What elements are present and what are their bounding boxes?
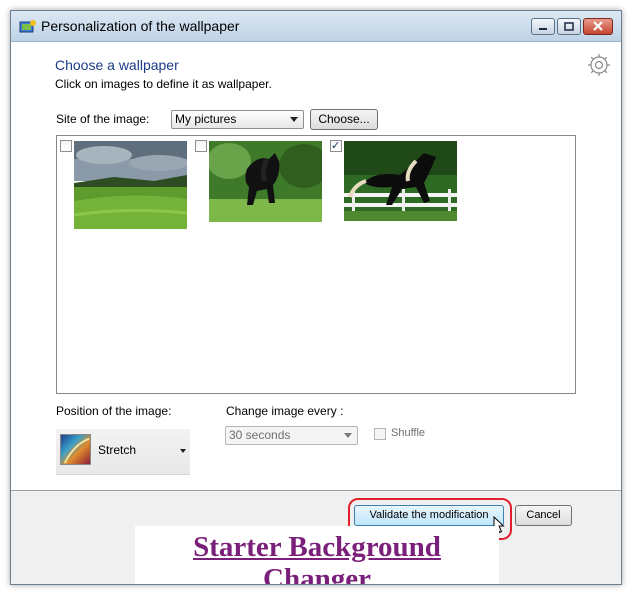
gear-icon[interactable] xyxy=(586,52,612,78)
image-source-value: My pictures xyxy=(175,112,237,126)
chevron-down-icon xyxy=(180,449,186,453)
image-source-dropdown[interactable]: My pictures xyxy=(171,110,304,129)
banner-line-1: Starter Background xyxy=(193,531,441,563)
chevron-down-icon xyxy=(290,117,298,122)
image-gallery: ✓ xyxy=(56,135,576,394)
position-label: Position of the image: xyxy=(56,404,172,418)
interval-dropdown[interactable]: 30 seconds xyxy=(225,426,358,445)
minimize-icon xyxy=(539,28,547,30)
chevron-down-icon xyxy=(344,433,352,438)
thumbnail-checkbox[interactable]: ✓ xyxy=(330,140,342,152)
image-source-label: Site of the image: xyxy=(56,112,150,126)
shuffle-checkbox[interactable] xyxy=(374,428,386,440)
position-value: Stretch xyxy=(98,443,137,457)
thumbnail-checkbox[interactable] xyxy=(195,140,207,152)
green-meadow-thumbnail[interactable] xyxy=(74,141,187,229)
black-horse-grass-thumbnail[interactable] xyxy=(209,141,322,222)
page-heading: Choose a wallpaper xyxy=(55,57,179,73)
close-icon xyxy=(593,21,603,31)
shuffle-label: Shuffle xyxy=(391,427,426,439)
app-icon xyxy=(19,20,36,33)
interval-label: Change image every : xyxy=(226,404,344,418)
thumbnail-checkbox[interactable] xyxy=(60,140,72,152)
choose-button[interactable]: Choose... xyxy=(310,109,378,130)
window-title: Personalization of the wallpaper xyxy=(41,18,240,34)
close-button[interactable] xyxy=(583,18,613,35)
footer-divider xyxy=(11,490,621,491)
minimize-button[interactable] xyxy=(531,18,555,35)
position-dropdown[interactable]: Stretch xyxy=(56,429,190,475)
dialog-content: Choose a wallpaper Click on images to de… xyxy=(11,42,621,490)
check-icon: ✓ xyxy=(331,140,341,152)
banner-line-2: Changer xyxy=(263,563,371,585)
cancel-button[interactable]: Cancel xyxy=(515,505,572,526)
page-instructions: Click on images to define it as wallpape… xyxy=(55,77,272,91)
maximize-button[interactable] xyxy=(557,18,581,35)
title-bar[interactable]: Personalization of the wallpaper xyxy=(11,11,621,42)
interval-value: 30 seconds xyxy=(229,428,291,442)
banner-title: Starter Background Changer xyxy=(135,531,499,585)
black-horse-fence-thumbnail[interactable] xyxy=(344,141,457,221)
article-banner: Starter Background Changer xyxy=(135,526,499,585)
wallpaper-dialog: Personalization of the wallpaper Choose … xyxy=(10,10,622,585)
maximize-icon xyxy=(564,22,574,31)
stretch-preview-icon xyxy=(60,434,91,465)
